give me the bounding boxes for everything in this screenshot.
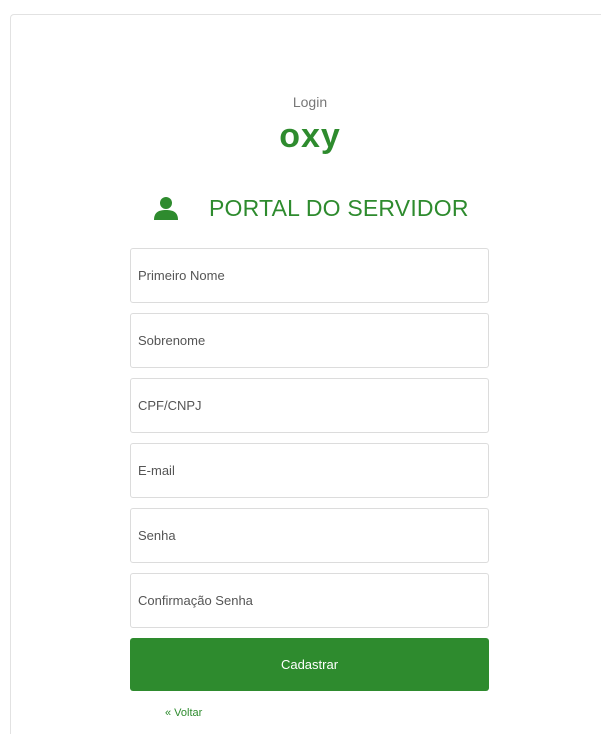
- oxy-logo: oxy: [279, 117, 341, 155]
- first-name-input[interactable]: [130, 248, 489, 303]
- last-name-input[interactable]: [130, 313, 489, 368]
- confirm-password-input[interactable]: [130, 573, 489, 628]
- register-button[interactable]: Cadastrar: [130, 638, 489, 691]
- cpf-cnpj-input[interactable]: [130, 378, 489, 433]
- user-icon: [154, 197, 178, 220]
- email-input[interactable]: [130, 443, 489, 498]
- password-input[interactable]: [130, 508, 489, 563]
- portal-header: PORTAL DO SERVIDOR: [153, 193, 469, 223]
- login-label: Login: [292, 94, 328, 110]
- portal-title: PORTAL DO SERVIDOR: [209, 194, 469, 221]
- register-form: Cadastrar: [130, 248, 489, 691]
- back-link[interactable]: « Voltar: [165, 707, 202, 719]
